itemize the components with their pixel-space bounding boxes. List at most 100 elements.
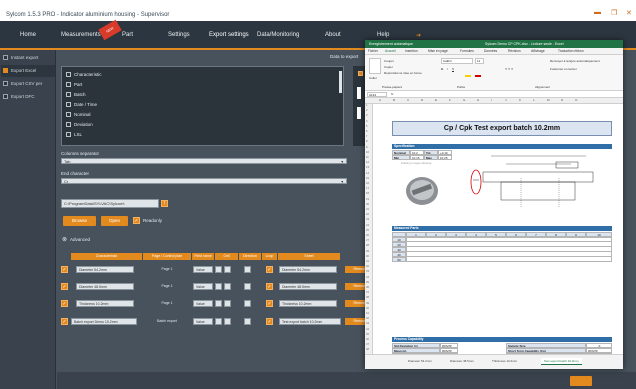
row-number[interactable]: 46 bbox=[366, 338, 369, 341]
loop-checkbox[interactable]: ✓ bbox=[266, 283, 273, 290]
close-icon[interactable]: ✕ bbox=[626, 9, 632, 17]
row-checkbox[interactable]: ✓ bbox=[61, 318, 68, 325]
sheet-select[interactable]: Thickness 10.2mm bbox=[279, 300, 337, 307]
nav-help[interactable]: Help bbox=[377, 32, 389, 38]
characteristic-select[interactable]: Diameter 54.2mm bbox=[76, 266, 134, 273]
tab-formules[interactable]: Formules bbox=[460, 49, 474, 53]
sheet-select[interactable]: Diameter 54.2mm bbox=[279, 266, 337, 273]
field-select[interactable]: Value bbox=[193, 283, 213, 290]
tab-donnees[interactable]: Données bbox=[484, 49, 497, 53]
bold-button[interactable]: G bbox=[441, 67, 443, 71]
row-number[interactable]: 27 bbox=[366, 239, 369, 242]
row-number[interactable]: 29 bbox=[366, 250, 369, 253]
row-number[interactable]: 11 bbox=[366, 156, 369, 159]
align-icons[interactable]: ≡ ≡ ≡ bbox=[505, 67, 513, 71]
field-select[interactable]: Value bbox=[193, 300, 213, 307]
row-number[interactable]: 15 bbox=[366, 177, 369, 180]
tab-affichage[interactable]: Affichage bbox=[531, 49, 545, 53]
loop-checkbox[interactable]: ✓ bbox=[266, 318, 273, 325]
export-fields-list[interactable]: Characteristic Part Batch Date / Time No… bbox=[61, 66, 344, 146]
wrap-text-button[interactable]: Renvoyer à la ligne automatiquement bbox=[550, 59, 600, 63]
scrollbar[interactable] bbox=[339, 71, 342, 93]
sheet-tab[interactable]: Diameter 54.2mm bbox=[405, 358, 435, 365]
nav-home[interactable]: Home bbox=[20, 32, 36, 38]
copy-button[interactable]: Copier bbox=[384, 65, 393, 69]
row-number[interactable]: 16 bbox=[366, 182, 369, 185]
row-number[interactable]: 13 bbox=[366, 166, 369, 169]
characteristic-select[interactable]: Diameter 48.5mm bbox=[76, 283, 134, 290]
row-number[interactable]: 35 bbox=[366, 281, 369, 284]
characteristic-select[interactable]: Thickness 10.2mm bbox=[76, 300, 134, 307]
cell-x-field[interactable] bbox=[215, 266, 222, 273]
paste-label[interactable]: Coller bbox=[369, 76, 377, 80]
sidebar-item-export-excel[interactable]: Export Excel bbox=[1, 65, 55, 77]
checkbox-icon[interactable] bbox=[66, 102, 71, 107]
nav-data-monitoring[interactable]: Data/Monitoring bbox=[257, 32, 299, 38]
row-number[interactable]: 34 bbox=[366, 276, 369, 279]
list-item[interactable]: Nominal bbox=[66, 112, 91, 117]
tab-insertion[interactable]: Insertion bbox=[405, 49, 418, 53]
row-number[interactable]: 12 bbox=[366, 161, 369, 164]
sidebar-item-export-dfc[interactable]: Export DFC bbox=[1, 91, 55, 103]
font-size-select[interactable]: 11 bbox=[475, 58, 484, 64]
row-number[interactable]: 30 bbox=[366, 255, 369, 258]
direction-select[interactable] bbox=[244, 318, 251, 325]
checkbox-icon[interactable] bbox=[66, 72, 71, 77]
underline-button[interactable]: S bbox=[452, 67, 454, 71]
tab-mise-en-page[interactable]: Mise en page bbox=[428, 49, 448, 53]
checkbox-icon[interactable] bbox=[66, 92, 71, 97]
cell-y-field[interactable] bbox=[224, 283, 231, 290]
checkbox-icon[interactable] bbox=[66, 82, 71, 87]
row-number[interactable]: 3 bbox=[366, 114, 367, 117]
row-number[interactable]: 32 bbox=[366, 265, 369, 268]
row-number[interactable]: 48 bbox=[366, 348, 369, 351]
checkbox-icon[interactable] bbox=[66, 112, 71, 117]
row-checkbox[interactable]: ✓ bbox=[61, 300, 68, 307]
path-flag-icon[interactable]: ! bbox=[161, 200, 168, 207]
advanced-toggle-icon[interactable]: ⊗ bbox=[62, 236, 67, 243]
row-number[interactable]: 7 bbox=[366, 135, 367, 138]
row-checkbox[interactable]: ✓ bbox=[61, 283, 68, 290]
nav-part[interactable]: Part bbox=[122, 32, 133, 38]
cell-x-field[interactable] bbox=[215, 318, 222, 325]
loop-checkbox[interactable]: ✓ bbox=[266, 266, 273, 273]
sidebar-item-instant-export[interactable]: Instant export bbox=[1, 52, 55, 64]
tab-fichier[interactable]: Fichier bbox=[368, 49, 378, 53]
measured-parts-grid[interactable] bbox=[406, 237, 612, 262]
nav-export-settings[interactable]: Export settings bbox=[209, 32, 249, 38]
cell-x-field[interactable] bbox=[215, 283, 222, 290]
cell-y-field[interactable] bbox=[224, 266, 231, 273]
checkbox-icon[interactable] bbox=[66, 122, 71, 127]
tab-revision[interactable]: Révision bbox=[508, 49, 521, 53]
list-item[interactable]: Batch bbox=[66, 92, 86, 97]
row-number[interactable]: 41 bbox=[366, 312, 369, 315]
row-number[interactable]: 37 bbox=[366, 291, 369, 294]
row-number[interactable]: 44 bbox=[366, 328, 369, 331]
merge-center-button[interactable]: Fusionner et centrer bbox=[550, 67, 577, 71]
cell-y-field[interactable] bbox=[224, 318, 231, 325]
row-number[interactable]: 24 bbox=[366, 224, 369, 227]
field-select[interactable]: Value bbox=[193, 266, 213, 273]
browse-button[interactable]: Browse bbox=[63, 216, 96, 226]
row-number[interactable]: 31 bbox=[366, 260, 369, 263]
row-number[interactable]: 25 bbox=[366, 229, 369, 232]
nav-about[interactable]: About bbox=[325, 32, 341, 38]
row-number[interactable]: 36 bbox=[366, 286, 369, 289]
checkbox-icon[interactable] bbox=[66, 132, 71, 137]
field-select[interactable]: Value bbox=[193, 318, 213, 325]
characteristic-select[interactable]: Batch export Demo 10.2mm bbox=[71, 318, 137, 325]
minimize-icon[interactable]: ▬ bbox=[594, 9, 601, 16]
cell-y-field[interactable] bbox=[224, 300, 231, 307]
row-number[interactable]: 21 bbox=[366, 208, 369, 211]
row-number[interactable]: 28 bbox=[366, 244, 369, 247]
sheet-tab[interactable]: Thickness 10.2mm bbox=[489, 358, 520, 365]
row-number[interactable]: 40 bbox=[366, 307, 369, 310]
readonly-checkbox[interactable]: ✓ bbox=[133, 217, 140, 224]
list-item[interactable]: Characteristic bbox=[66, 72, 102, 77]
tab-traduction[interactable]: Traduction ribbon bbox=[558, 49, 584, 53]
checkbox-icon[interactable] bbox=[3, 94, 8, 99]
direction-select[interactable] bbox=[244, 266, 251, 273]
row-number[interactable]: 23 bbox=[366, 218, 369, 221]
nav-settings[interactable]: Settings bbox=[168, 32, 190, 38]
bottom-action-button[interactable] bbox=[570, 376, 592, 386]
